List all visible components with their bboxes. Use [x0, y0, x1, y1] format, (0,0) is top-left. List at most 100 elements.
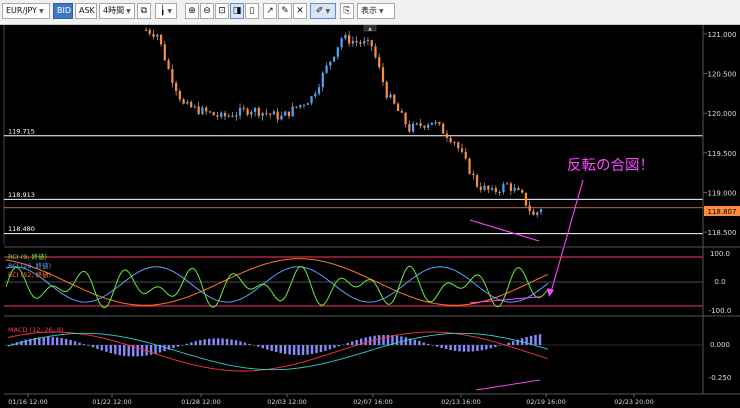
ask-button[interactable]: ASK: [75, 3, 97, 19]
bearish-candle: [517, 188, 520, 190]
duplicate-icon[interactable]: ⧉: [137, 3, 151, 19]
bearish-candle: [472, 173, 475, 176]
level-label: 118.913: [8, 191, 35, 199]
bullish-candle: [389, 94, 392, 98]
bearish-candle: [419, 123, 422, 126]
symbol-select[interactable]: EUR/JPY ▼: [2, 3, 50, 19]
timeframe-select[interactable]: 4時間 ▼: [99, 3, 135, 19]
macd-histogram-bar: [127, 345, 130, 357]
bullish-candle: [186, 101, 189, 104]
bearish-candle: [438, 122, 441, 124]
bullish-candle: [483, 185, 486, 190]
zoom-reset-icon[interactable]: ⊡: [215, 3, 229, 19]
bearish-candle: [246, 108, 249, 115]
macd-histogram-bar: [234, 340, 238, 345]
zoom-out-icon[interactable]: ⊖: [200, 3, 214, 19]
macd-histogram-bar: [105, 345, 108, 352]
bullish-candle: [506, 183, 509, 185]
bearish-candle: [167, 60, 170, 70]
macd-histogram-bar: [100, 345, 104, 351]
zoom-in-icon[interactable]: ⊕: [185, 3, 199, 19]
bullish-candle: [253, 107, 257, 112]
add-indicator-icon[interactable]: ↗: [263, 3, 277, 19]
macd-histogram-bar: [203, 339, 206, 345]
bearish-candle: [212, 112, 215, 116]
macd-histogram-bar: [123, 345, 126, 356]
macd-histogram-bar: [534, 334, 537, 345]
bearish-candle: [269, 113, 272, 115]
macd-histogram-bar: [221, 338, 224, 345]
bullish-candle: [261, 112, 264, 116]
bullish-candle: [430, 122, 434, 125]
macd-histogram-bar: [364, 337, 367, 345]
remove-indicator-icon[interactable]: ✕: [293, 3, 307, 19]
macd-histogram-bar: [422, 342, 425, 345]
macd-histogram-bar: [248, 343, 251, 345]
bearish-candle: [453, 142, 456, 144]
macd-histogram-bar: [511, 341, 515, 345]
price-chart[interactable]: ▲ 119.715 118.913 118.480 反転の合図！ 121.000 12…: [0, 25, 740, 408]
rci-tick-minus-100: -100.0: [709, 307, 732, 315]
macd-histogram-bar: [154, 345, 157, 354]
bearish-candle: [449, 137, 452, 143]
bullish-candle: [363, 41, 366, 44]
macd-histogram-bar: [301, 345, 305, 355]
bearish-candle: [144, 30, 148, 31]
bullish-candle: [411, 123, 415, 132]
bearish-candle: [359, 42, 362, 44]
bearish-candle: [445, 133, 449, 138]
macd-histogram-bar: [431, 345, 434, 346]
price-axis-label: 120.000: [708, 110, 737, 118]
bearish-candle: [457, 142, 460, 149]
bearish-candle: [295, 106, 298, 108]
bid-button[interactable]: BID: [53, 3, 73, 19]
bearish-candle: [468, 158, 471, 174]
macd-histogram-bar: [47, 336, 50, 345]
current-price-label: 118.807: [708, 208, 737, 216]
macd-histogram-bar: [297, 345, 300, 356]
macd-histogram-bar: [230, 339, 233, 345]
macd-histogram-bar: [239, 341, 242, 345]
macd-histogram-bar: [279, 345, 282, 354]
chart-type-icon[interactable]: ╽ ▼: [155, 3, 177, 19]
bearish-candle: [348, 35, 351, 44]
timeframe-label: 4時間: [103, 6, 125, 15]
bullish-candle: [336, 47, 339, 57]
macd-histogram-bar: [319, 345, 323, 353]
draw-tool-icon[interactable]: ✐ ▼: [310, 3, 336, 19]
bullish-candle: [332, 56, 336, 62]
macd-histogram-bar: [185, 343, 189, 345]
time-axis-label: 01/22 12:00: [92, 398, 132, 406]
bearish-candle: [487, 185, 490, 190]
macd-histogram-bar: [288, 345, 291, 355]
display-menu[interactable]: 表示 ▼: [357, 3, 395, 19]
auto-scroll-icon[interactable]: ◨: [230, 3, 244, 19]
bearish-candle: [355, 40, 358, 43]
macd-histogram-bar: [118, 345, 121, 356]
screenshot-icon[interactable]: ⎘: [340, 3, 354, 19]
bullish-candle: [238, 107, 242, 116]
symbol-label: EUR/JPY: [6, 6, 38, 15]
bearish-candle: [205, 107, 208, 112]
bearish-candle: [532, 211, 535, 216]
price-axis-label: 119.000: [708, 189, 737, 197]
macd-histogram-bar: [480, 345, 484, 351]
macd-histogram-bar: [87, 345, 90, 346]
macd-legend: MACD (12, 26, 9): [8, 326, 64, 334]
indicator-settings-icon[interactable]: ✎: [278, 3, 292, 19]
macd-histogram-bar: [342, 344, 345, 346]
bullish-candle: [329, 61, 332, 66]
price-axis-label: 121.000: [708, 31, 737, 39]
price-axis-label: 119.500: [708, 150, 737, 158]
bearish-candle: [182, 99, 185, 104]
macd-histogram-bar: [449, 345, 452, 351]
macd-histogram-bar: [216, 338, 220, 345]
time-axis-label: 02/19 16:00: [526, 398, 566, 406]
shift-chart-icon[interactable]: ▯: [245, 3, 259, 19]
bearish-candle: [475, 175, 479, 187]
display-label: 表示: [361, 6, 377, 15]
macd-histogram-bar: [140, 345, 144, 357]
macd-histogram-bar: [489, 345, 493, 349]
macd-histogram-bar: [199, 340, 202, 345]
macd-histogram-bar: [78, 342, 81, 345]
